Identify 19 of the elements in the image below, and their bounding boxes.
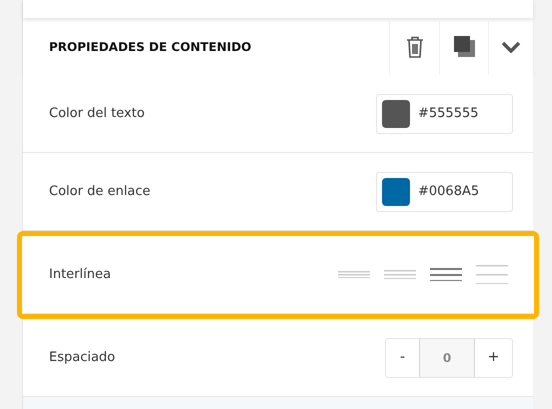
trash-icon [406,36,424,58]
line-spacing-icon [338,271,370,278]
decrement-button[interactable]: - [386,338,419,376]
chevron-down-icon [501,40,521,52]
color-field[interactable]: #555555 [376,94,513,134]
line-spacing-icon [384,270,416,279]
line-spacing-icon [430,268,462,281]
row-label: Espaciado [49,348,116,367]
color-value: #0068A5 [418,182,480,201]
row-label: Color de enlace [49,182,150,201]
row-label: Color del texto [49,104,145,123]
increment-button[interactable]: + [475,338,512,376]
color-field[interactable]: #0068A5 [376,172,513,212]
duplicate-icon [454,36,474,57]
line-spacing-icon [476,265,508,284]
color-value: #555555 [418,104,479,123]
panel-title: PROPIEDADES DE CONTENIDO [48,38,252,56]
row-label: Interlínea [49,266,111,284]
spacing-value: 0 [419,338,475,376]
